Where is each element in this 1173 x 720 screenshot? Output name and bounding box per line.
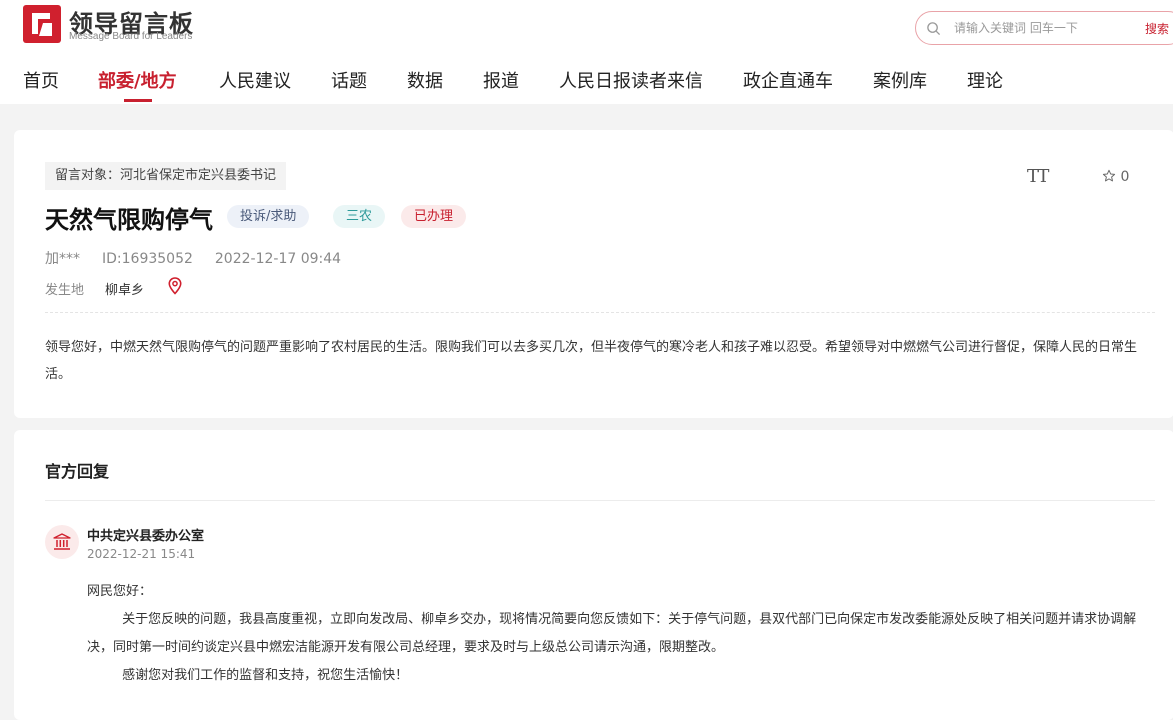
message-body: 领导您好，中燃天然气限购停气的问题严重影响了农村居民的生活。限购我们可以去多买几… [45, 340, 1138, 382]
search-box: 搜索 [915, 11, 1173, 45]
logo-mark-icon [23, 5, 61, 43]
divider [45, 500, 1155, 501]
nav-active-indicator [124, 99, 152, 102]
message-datetime: 2022-12-17 09:44 [214, 251, 342, 267]
search-icon [927, 22, 941, 36]
message-author: 加*** [45, 251, 80, 267]
location-pin-icon[interactable] [167, 277, 183, 295]
message-meta: 加*** ID:16935052 2022-12-17 09:44 [45, 248, 363, 268]
place-value: 柳卓乡 [105, 283, 145, 298]
badge-category: 三农 [333, 205, 386, 228]
search-button[interactable]: 搜索 [1145, 20, 1169, 37]
reply-paragraph: 感谢您对我们工作的监督和支持，祝您生活愉快！ [122, 668, 409, 683]
nav-reports[interactable]: 报道 [483, 67, 519, 93]
font-size-icon[interactable]: TT [1027, 166, 1049, 187]
badge-status: 已办理 [401, 205, 467, 228]
reply-section-title: 官方回复 [45, 462, 110, 481]
reply-paragraph: 关于您反映的问题，我县高度重视，立即向发改局、柳卓乡交办，现将情况简要向您反馈如… [87, 612, 1137, 655]
reply-org-name: 中共定兴县委办公室 [87, 529, 205, 544]
government-building-icon [53, 533, 71, 550]
nav-home[interactable]: 首页 [23, 67, 59, 93]
search-input[interactable] [954, 19, 1124, 37]
badge-type: 投诉/求助 [227, 205, 310, 228]
favorite-button[interactable]: 0 [1102, 169, 1129, 185]
message-id: ID:16935052 [102, 251, 193, 267]
message-target: 留言对象：河北省保定市定兴县委书记 [45, 162, 287, 190]
nav-people-suggestions[interactable]: 人民建议 [219, 67, 291, 93]
nav-data[interactable]: 数据 [407, 67, 443, 93]
main-nav: 首页 部委/地方 人民建议 话题 数据 报道 人民日报读者来信 政企直通车 案例… [0, 64, 1173, 104]
star-icon [1102, 169, 1116, 182]
nav-reader-letters[interactable]: 人民日报读者来信 [559, 67, 703, 93]
nav-topics[interactable]: 话题 [331, 67, 367, 93]
nav-case-library[interactable]: 案例库 [873, 67, 927, 93]
official-reply-card: 官方回复 中共定兴县委办公室 2022-12-21 15:41 网民您好： 关于… [14, 430, 1173, 720]
favorite-count: 0 [1120, 169, 1130, 185]
logo-subtitle: Message Board for Leaders [69, 31, 193, 42]
message-title: 天然气限购停气 [45, 206, 213, 234]
avatar [45, 525, 79, 559]
nav-ministries-local[interactable]: 部委/地方 [98, 67, 177, 93]
top-header: 领导留言板 Message Board for Leaders 搜索 首页 部委… [0, 0, 1173, 104]
message-card: 留言对象：河北省保定市定兴县委书记 TT 0 天然气限购停气 投诉/求助 三农 … [14, 130, 1173, 418]
divider [45, 312, 1155, 313]
reply-datetime: 2022-12-21 15:41 [87, 547, 196, 561]
nav-theory[interactable]: 理论 [967, 67, 1003, 93]
place-label: 发生地 [45, 283, 85, 298]
reply-content: 网民您好： 关于您反映的问题，我县高度重视，立即向发改局、柳卓乡交办，现将情况简… [87, 578, 1162, 690]
nav-gov-enterprise[interactable]: 政企直通车 [743, 67, 833, 93]
reply-greeting: 网民您好： [87, 584, 153, 599]
